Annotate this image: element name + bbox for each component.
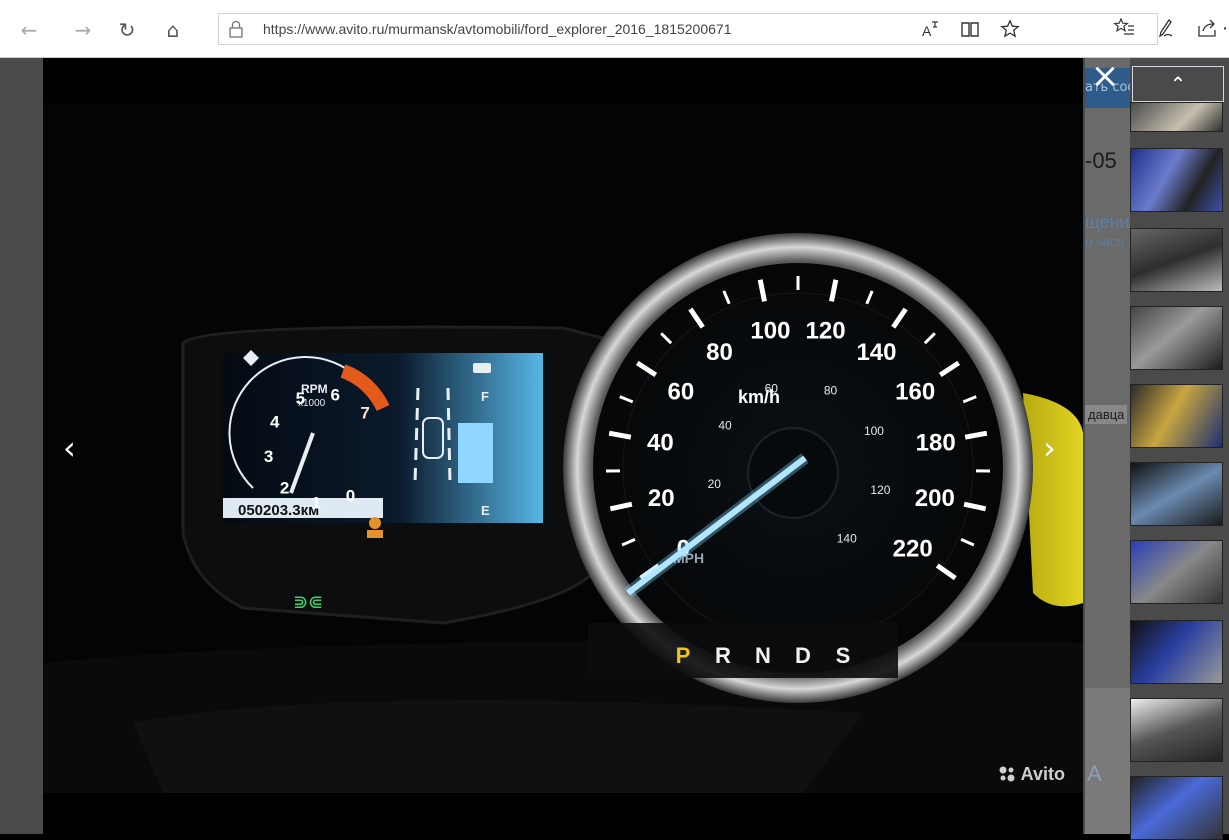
home-icon[interactable]: ⌂ [160,17,186,43]
rpm-label: 2 [280,478,289,497]
svg-text:⋑⋐: ⋑⋐ [293,592,323,613]
rpm-label: 5 [296,389,305,408]
speed-label: 100 [750,318,790,345]
fuel-full-label: F [481,389,489,404]
speed-label: 80 [706,339,733,366]
fuel-empty-label: E [481,503,490,518]
more-options-icon[interactable]: ⋯ [1222,17,1229,41]
gear-letter: N [755,643,771,668]
gear-letter: S [836,643,851,668]
avito-watermark: Avito [998,764,1065,785]
close-viewer-button[interactable]: × [1087,58,1123,94]
gear-letter: R [715,643,731,668]
refresh-icon[interactable]: ↻ [114,17,140,43]
listing-photo-dashboard: 050203.3км RPM x1000 01234567 [43,103,1083,793]
digital-cluster-screen: 050203.3км RPM x1000 01234567 [223,350,543,538]
favorite-star-icon[interactable] [999,19,1021,41]
reading-view-icon[interactable] [959,19,981,41]
address-bar[interactable]: https://www.avito.ru/murmansk/avtomobili… [218,13,1158,45]
browser-toolbar: ← → ↻ ⌂ https://www.avito.ru/murmansk/av… [0,0,1229,58]
headlight-indicator-icon: ⋑⋐ [293,592,323,613]
speed-label: 140 [856,339,896,366]
read-aloud-icon[interactable]: A [919,19,941,41]
thumbnail-8[interactable] [1130,620,1223,684]
thumbnail-6[interactable] [1130,462,1223,526]
speed-label: 160 [895,378,935,405]
avito-logo-icon [998,765,1016,783]
thumbnail-10[interactable] [1130,776,1223,840]
photo-viewer-overlay: 050203.3км RPM x1000 01234567 [43,58,1083,834]
next-photo-button[interactable]: › [1043,430,1063,466]
thumbnail-5[interactable] [1130,384,1223,448]
response-hours-text: о часо [1085,234,1124,249]
rpm-label: 4 [270,413,280,432]
speed-label: 180 [916,430,956,457]
mph-label: 80 [824,383,838,397]
banner-letter-text: А [1087,761,1102,787]
scroll-thumbnails-up-button[interactable]: ⌃ [1132,66,1224,102]
mph-label: 120 [870,483,890,497]
message-heading-text: щение [1085,212,1130,233]
thumbnail-1[interactable] [1130,102,1223,132]
thumbnail-4[interactable] [1130,306,1223,370]
mph-label: 20 [708,477,722,491]
speed-label: 120 [806,318,846,345]
gear-selector-display: PRNDS [588,623,898,678]
gear-letter: D [795,643,811,668]
forward-arrow-icon[interactable]: → [70,17,96,43]
rpm-label: 6 [331,385,340,404]
listing-date-text: -05 [1085,148,1117,174]
speed-label: 60 [667,378,694,405]
listing-page-behind-overlay: ать сообщение -05 щение о часо давца А [1085,58,1130,834]
lock-icon [229,20,245,38]
svg-text:A: A [922,23,932,39]
speed-label: 20 [648,485,675,512]
dashboard-photo: 050203.3км RPM x1000 01234567 [43,103,1083,793]
back-arrow-icon[interactable]: ← [16,17,42,43]
mph-label: 40 [718,418,732,432]
seller-label-text: давца [1085,405,1127,424]
rpm-label: 0 [346,487,355,506]
pen-icon[interactable] [1154,17,1178,41]
thumbnail-strip [1130,108,1225,834]
url-text[interactable]: https://www.avito.ru/murmansk/avtomobili… [263,21,732,37]
odometer-readout: 050203.3км [238,502,319,519]
thumbnail-9[interactable] [1130,698,1223,762]
speed-label: 40 [647,430,674,457]
speed-label: 220 [893,535,933,562]
favorites-hub-icon[interactable] [1112,17,1136,41]
mph-label: 100 [864,424,884,438]
speed-label: 200 [915,485,955,512]
rpm-label: 3 [264,447,273,466]
mph-label: 140 [837,532,857,546]
rpm-label: 1 [311,494,320,513]
avito-watermark-text: Avito [1021,764,1065,784]
previous-photo-button[interactable]: ‹ [63,430,83,466]
thumbnail-7[interactable] [1130,540,1223,604]
gear-letter: P [676,643,691,668]
rpm-label: 7 [360,404,369,423]
thumbnail-3[interactable] [1130,228,1223,292]
thumbnail-2[interactable] [1130,148,1223,212]
speed-unit-label: km/h [738,387,780,407]
share-icon[interactable] [1195,17,1219,41]
